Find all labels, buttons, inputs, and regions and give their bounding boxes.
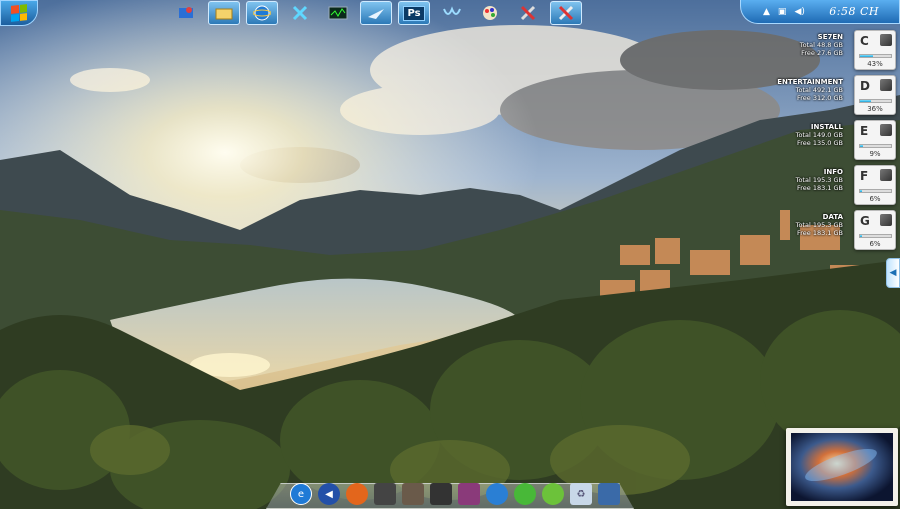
app-dock-icon-2[interactable] bbox=[430, 483, 452, 505]
drive-letter: C bbox=[860, 34, 869, 48]
photoshop-icon[interactable]: Ps bbox=[398, 1, 430, 25]
drive-item[interactable]: DATA Total 195.3 GB Free 183.1 GB G 6% bbox=[668, 208, 898, 253]
drive-percent: 43% bbox=[867, 60, 883, 68]
slideshow-gadget[interactable] bbox=[786, 428, 898, 506]
drive-total: Total 492.1 GB bbox=[795, 86, 843, 94]
drive-total: Total 195.3 GB bbox=[795, 221, 843, 229]
drive-free: Free 183.1 GB bbox=[796, 184, 843, 192]
drive-name: INSTALL bbox=[810, 123, 843, 131]
drive-free: Free 27.6 GB bbox=[801, 49, 843, 57]
drive-usage-fill bbox=[860, 100, 872, 102]
drive-usage-fill bbox=[860, 190, 862, 192]
drive-item[interactable]: SE7EN Total 48.8 GB Free 27.6 GB C 43% bbox=[668, 28, 898, 73]
drive-usage-fill bbox=[860, 55, 874, 57]
drive-info: SE7EN Total 48.8 GB Free 27.6 GB bbox=[800, 33, 843, 57]
drive-percent: 6% bbox=[869, 240, 881, 248]
sidebar-handle[interactable]: ◀ bbox=[886, 258, 900, 288]
drive-name: DATA bbox=[822, 213, 843, 221]
drive-card[interactable]: G 6% bbox=[854, 210, 896, 250]
network-icon[interactable]: ▣ bbox=[778, 7, 787, 17]
clock[interactable]: 6:58 CH bbox=[829, 5, 879, 18]
drive-icon bbox=[880, 79, 892, 91]
drive-name: INFO bbox=[823, 168, 843, 176]
firefox-dock-icon[interactable] bbox=[346, 483, 368, 505]
drive-item[interactable]: ENTERTAINMENT Total 492.1 GB Free 312.0 … bbox=[668, 73, 898, 118]
drive-total: Total 48.8 GB bbox=[799, 41, 843, 49]
drive-percent: 36% bbox=[867, 105, 883, 113]
drive-info: DATA Total 195.3 GB Free 183.1 GB bbox=[796, 213, 843, 237]
drive-letter: E bbox=[860, 124, 869, 138]
speaker-dock-icon[interactable]: ◀ bbox=[318, 483, 340, 505]
chevron-left-icon: ◀ bbox=[889, 268, 897, 278]
drive-icon bbox=[880, 124, 892, 136]
paint-icon[interactable] bbox=[474, 1, 506, 25]
drive-card[interactable]: C 43% bbox=[854, 30, 896, 70]
drive-icon bbox=[880, 214, 892, 226]
start-button[interactable] bbox=[0, 0, 38, 26]
app-dock-icon-3[interactable] bbox=[458, 483, 480, 505]
chameleon-dock-icon[interactable] bbox=[542, 483, 564, 505]
xion-icon[interactable] bbox=[284, 1, 316, 25]
app-icon[interactable] bbox=[360, 1, 392, 25]
browser-dock-icon[interactable] bbox=[486, 483, 508, 505]
drive-name: SE7EN bbox=[817, 33, 843, 41]
user-icon[interactable] bbox=[170, 1, 202, 25]
drive-icon bbox=[880, 34, 892, 46]
drive-free: Free 183.1 GB bbox=[796, 229, 843, 237]
app-dock-icon[interactable] bbox=[374, 483, 396, 505]
frog-dock-icon[interactable] bbox=[514, 483, 536, 505]
drive-card[interactable]: E 9% bbox=[854, 120, 896, 160]
winamp-icon[interactable] bbox=[436, 1, 468, 25]
drive-item[interactable]: INFO Total 195.3 GB Free 183.1 GB F 6% bbox=[668, 163, 898, 208]
drive-free: Free 312.0 GB bbox=[796, 94, 843, 102]
windows-logo-icon bbox=[11, 4, 27, 22]
drive-letter: D bbox=[860, 79, 870, 93]
drive-percent: 6% bbox=[869, 195, 881, 203]
monitor-dock-icon[interactable] bbox=[598, 483, 620, 505]
tools-icon[interactable] bbox=[512, 1, 544, 25]
dock-icons: e ◀ ♻ bbox=[290, 480, 620, 508]
tools-icon-2[interactable] bbox=[550, 1, 582, 25]
drive-usage-bar bbox=[859, 99, 892, 103]
volume-icon[interactable]: ◀) bbox=[794, 7, 804, 17]
ie-dock-icon[interactable]: e bbox=[290, 483, 312, 505]
drive-card[interactable]: F 6% bbox=[854, 165, 896, 205]
drive-total: Total 149.0 GB bbox=[795, 131, 843, 139]
drive-free: Free 135.0 GB bbox=[796, 139, 843, 147]
drive-usage-bar bbox=[859, 234, 892, 238]
internet-explorer-icon[interactable] bbox=[246, 1, 278, 25]
quick-launch-bar: Ps bbox=[170, 0, 620, 26]
drive-letter: G bbox=[860, 214, 870, 228]
recycle-bin-icon[interactable]: ♻ bbox=[570, 483, 592, 505]
explorer-folder-icon[interactable] bbox=[208, 1, 240, 25]
drive-usage-bar bbox=[859, 189, 892, 193]
drive-gadget-panel: SE7EN Total 48.8 GB Free 27.6 GB C 43% E… bbox=[668, 28, 898, 253]
drive-usage-fill bbox=[860, 145, 863, 147]
drive-icon bbox=[880, 169, 892, 181]
drive-usage-bar bbox=[859, 54, 892, 58]
drive-percent: 9% bbox=[869, 150, 881, 158]
slideshow-image bbox=[791, 433, 893, 501]
drive-info: INFO Total 195.3 GB Free 183.1 GB bbox=[796, 168, 843, 192]
drive-card[interactable]: D 36% bbox=[854, 75, 896, 115]
tools-dock-icon[interactable] bbox=[402, 483, 424, 505]
drive-letter: F bbox=[860, 169, 869, 183]
drive-item[interactable]: INSTALL Total 149.0 GB Free 135.0 GB E 9… bbox=[668, 118, 898, 163]
drive-info: ENTERTAINMENT Total 492.1 GB Free 312.0 … bbox=[777, 78, 843, 102]
drive-usage-fill bbox=[860, 235, 862, 237]
tray-arrow-icon[interactable]: ▲ bbox=[763, 7, 770, 17]
drive-total: Total 195.3 GB bbox=[795, 176, 843, 184]
drive-name: ENTERTAINMENT bbox=[777, 78, 843, 86]
drive-usage-bar bbox=[859, 144, 892, 148]
task-manager-icon[interactable] bbox=[322, 1, 354, 25]
drive-info: INSTALL Total 149.0 GB Free 135.0 GB bbox=[796, 123, 843, 147]
system-tray: ▲ ▣ ◀) 6:58 CH bbox=[740, 0, 900, 24]
